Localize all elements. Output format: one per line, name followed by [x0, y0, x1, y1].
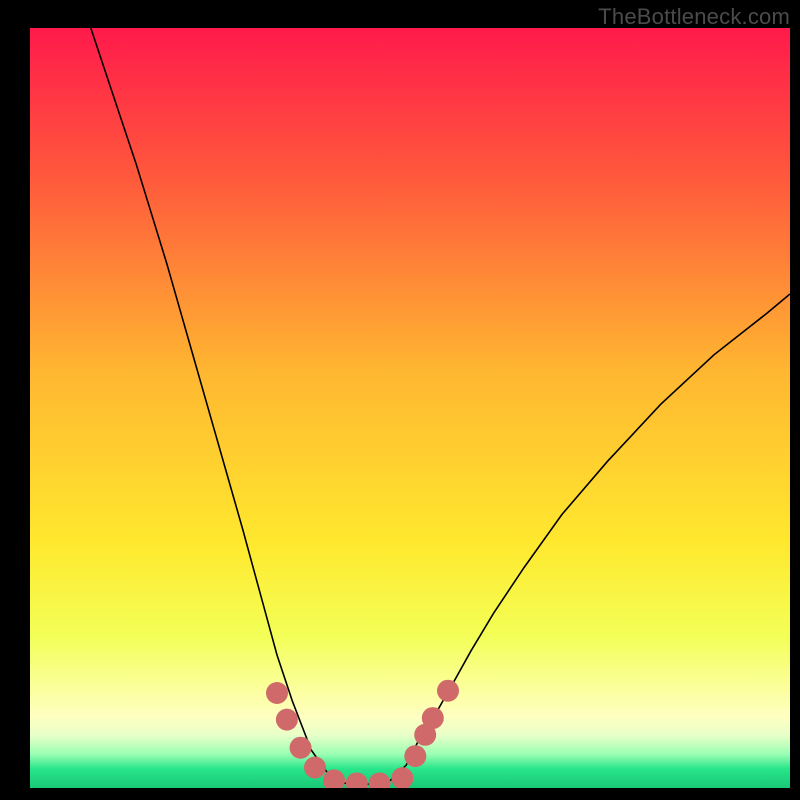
- plot-background: [30, 28, 790, 788]
- marker-dot: [266, 682, 288, 704]
- marker-dot: [304, 756, 326, 778]
- plot-svg: [30, 28, 790, 788]
- marker-dot: [290, 737, 312, 759]
- marker-dot: [437, 680, 459, 702]
- plot-frame: [30, 28, 790, 788]
- watermark-text: TheBottleneck.com: [598, 4, 790, 30]
- marker-dot: [404, 745, 426, 767]
- marker-dot: [276, 709, 298, 731]
- marker-dot: [422, 707, 444, 729]
- chart-root: TheBottleneck.com: [0, 0, 800, 800]
